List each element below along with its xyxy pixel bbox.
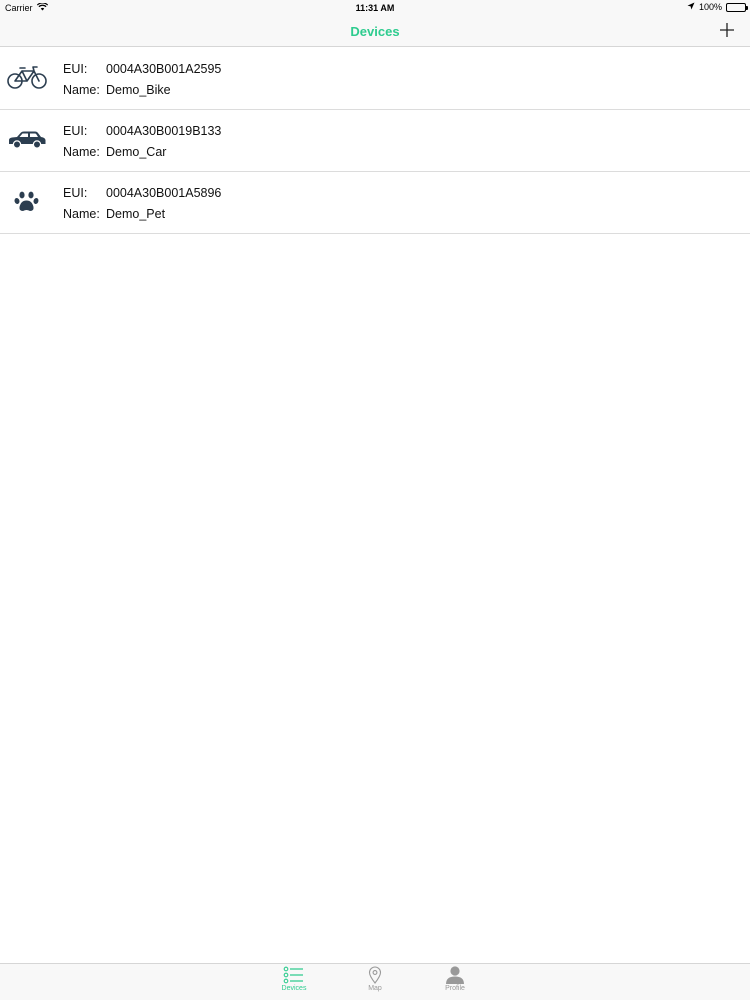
tab-profile-label: Profile (445, 985, 465, 992)
map-pin-icon (368, 966, 382, 984)
devices-screen: Carrier 11:31 AM 100% Devices EUI: 0004A… (0, 0, 750, 1000)
name-label: Name: (63, 145, 100, 159)
tab-devices[interactable]: Devices (264, 966, 324, 992)
tab-map[interactable]: Map (345, 966, 405, 992)
battery-icon (726, 2, 748, 12)
name-value: Demo_Car (106, 145, 167, 159)
paw-icon (6, 187, 48, 217)
eui-value: 0004A30B0019B133 (106, 124, 222, 138)
eui-label: EUI: (63, 186, 88, 200)
eui-label: EUI: (63, 124, 88, 138)
bicycle-icon (6, 63, 48, 93)
plus-icon (720, 23, 734, 37)
name-label: Name: (63, 207, 100, 221)
tab-map-label: Map (368, 985, 382, 992)
tab-bar: Devices Map Profile (0, 963, 750, 1000)
name-value: Demo_Pet (106, 207, 166, 221)
device-list: EUI: 0004A30B001A2595 Name: Demo_Bike EUI:… (0, 48, 750, 234)
eui-value: 0004A30B001A2595 (106, 62, 222, 76)
device-row[interactable]: EUI: 0004A30B001A2595 Name: Demo_Bike (0, 48, 750, 110)
tab-devices-label: Devices (281, 985, 307, 992)
page-title: Devices (350, 24, 400, 39)
eui-label: EUI: (63, 62, 88, 76)
name-line: Name: Demo_Pet (63, 207, 165, 221)
name-label: Name: (63, 83, 100, 97)
status-right: 100% (687, 2, 748, 12)
eui-line: EUI: 0004A30B001A2595 (63, 62, 221, 76)
name-line: Name: Demo_Car (63, 145, 166, 159)
battery-percent: 100% (698, 2, 722, 12)
navigation-bar: Devices (0, 16, 750, 47)
tab-profile[interactable]: Profile (425, 966, 485, 992)
status-bar: Carrier 11:31 AM 100% (0, 0, 750, 16)
eui-line: EUI: 0004A30B001A5896 (63, 186, 221, 200)
device-row[interactable]: EUI: 0004A30B0019B133 Name: Demo_Car (0, 110, 750, 172)
eui-value: 0004A30B001A5896 (106, 186, 222, 200)
location-arrow-icon (687, 2, 695, 12)
name-line: Name: Demo_Bike (63, 83, 171, 97)
add-device-button[interactable] (718, 21, 736, 39)
person-icon (446, 966, 464, 984)
name-value: Demo_Bike (106, 83, 171, 97)
device-row[interactable]: EUI: 0004A30B001A5896 Name: Demo_Pet (0, 172, 750, 234)
status-time: 11:31 AM (355, 3, 395, 13)
eui-line: EUI: 0004A30B0019B133 (63, 124, 221, 138)
car-icon (6, 125, 48, 155)
list-icon (283, 966, 303, 984)
